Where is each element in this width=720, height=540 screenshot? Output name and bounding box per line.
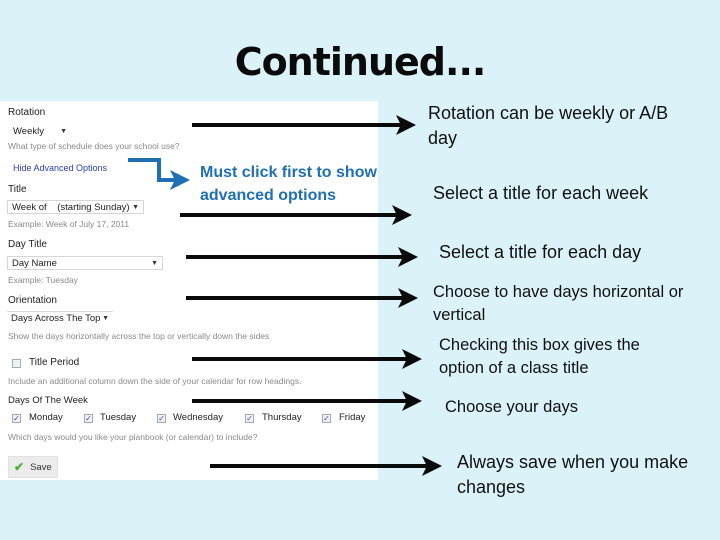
chevron-down-icon: ▼ — [60, 128, 67, 135]
save-label: Save — [30, 461, 52, 473]
annotation-days: Choose your days — [445, 398, 578, 416]
wednesday-checkbox[interactable]: ✓ — [157, 414, 166, 423]
orientation-hint: Show the days horizontally across the to… — [8, 331, 270, 341]
friday-label: Friday — [339, 412, 366, 423]
title-label: Title — [8, 184, 27, 195]
slide-title: Continued... — [234, 40, 487, 84]
tuesday-label: Tuesday — [100, 412, 137, 423]
monday-label: Monday — [29, 412, 63, 423]
rotation-hint: What type of schedule does your school u… — [8, 141, 180, 151]
rotation-select[interactable]: Weekly ▼ — [8, 124, 72, 138]
annotation-advanced: Must click first to show advanced option… — [200, 164, 377, 204]
tuesday-checkbox[interactable]: ✓ — [84, 414, 93, 423]
annotation-rotation: Rotation can be weekly or A/B day — [428, 103, 669, 148]
title-period-label: Title Period — [29, 357, 80, 368]
title-hint: Example: Week of July 17, 2011 — [8, 219, 130, 229]
chevron-down-icon: ▼ — [102, 315, 109, 322]
save-button[interactable]: ✔ Save — [8, 456, 58, 478]
chevron-down-icon: ▼ — [132, 204, 139, 211]
annotation-title-period: Checking this box gives the option of a … — [439, 336, 640, 377]
chevron-down-icon: ▼ — [151, 260, 158, 267]
annotation-title: Select a title for each week — [433, 183, 649, 203]
annotation-orientation: Choose to have days horizontal or vertic… — [433, 283, 684, 324]
day-title-label: Day Title — [8, 239, 47, 250]
orientation-value: Days Across The Top — [11, 313, 101, 324]
friday-checkbox[interactable]: ✓ — [322, 414, 331, 423]
days-hint: Which days would you like your planbook … — [8, 432, 258, 442]
annotation-save: Always save when you make changes — [457, 452, 689, 497]
rotation-value: Weekly — [13, 126, 44, 137]
title-period-checkbox[interactable] — [12, 359, 21, 368]
thursday-checkbox[interactable]: ✓ — [245, 414, 254, 423]
orientation-select[interactable]: Days Across The Top ▼ — [7, 311, 113, 325]
title-select[interactable]: Week of (starting Sunday) ▼ — [7, 200, 144, 214]
monday-checkbox[interactable]: ✓ — [12, 414, 21, 423]
orientation-label: Orientation — [8, 295, 57, 306]
hide-advanced-options-link[interactable]: Hide Advanced Options — [13, 163, 107, 173]
settings-panel — [0, 101, 378, 480]
day-title-hint: Example: Tuesday — [8, 275, 78, 285]
days-of-week-label: Days Of The Week — [8, 395, 88, 406]
checkmark-icon: ✔ — [14, 460, 25, 474]
rotation-label: Rotation — [8, 107, 46, 118]
title-value: Week of (starting Sunday) — [12, 202, 130, 213]
day-title-value: Day Name — [12, 258, 57, 269]
title-period-hint: Include an additional column down the si… — [8, 376, 302, 386]
annotation-day-title: Select a title for each day — [439, 242, 642, 262]
day-title-select[interactable]: Day Name ▼ — [7, 256, 163, 270]
thursday-label: Thursday — [262, 412, 302, 423]
wednesday-label: Wednesday — [173, 412, 223, 423]
